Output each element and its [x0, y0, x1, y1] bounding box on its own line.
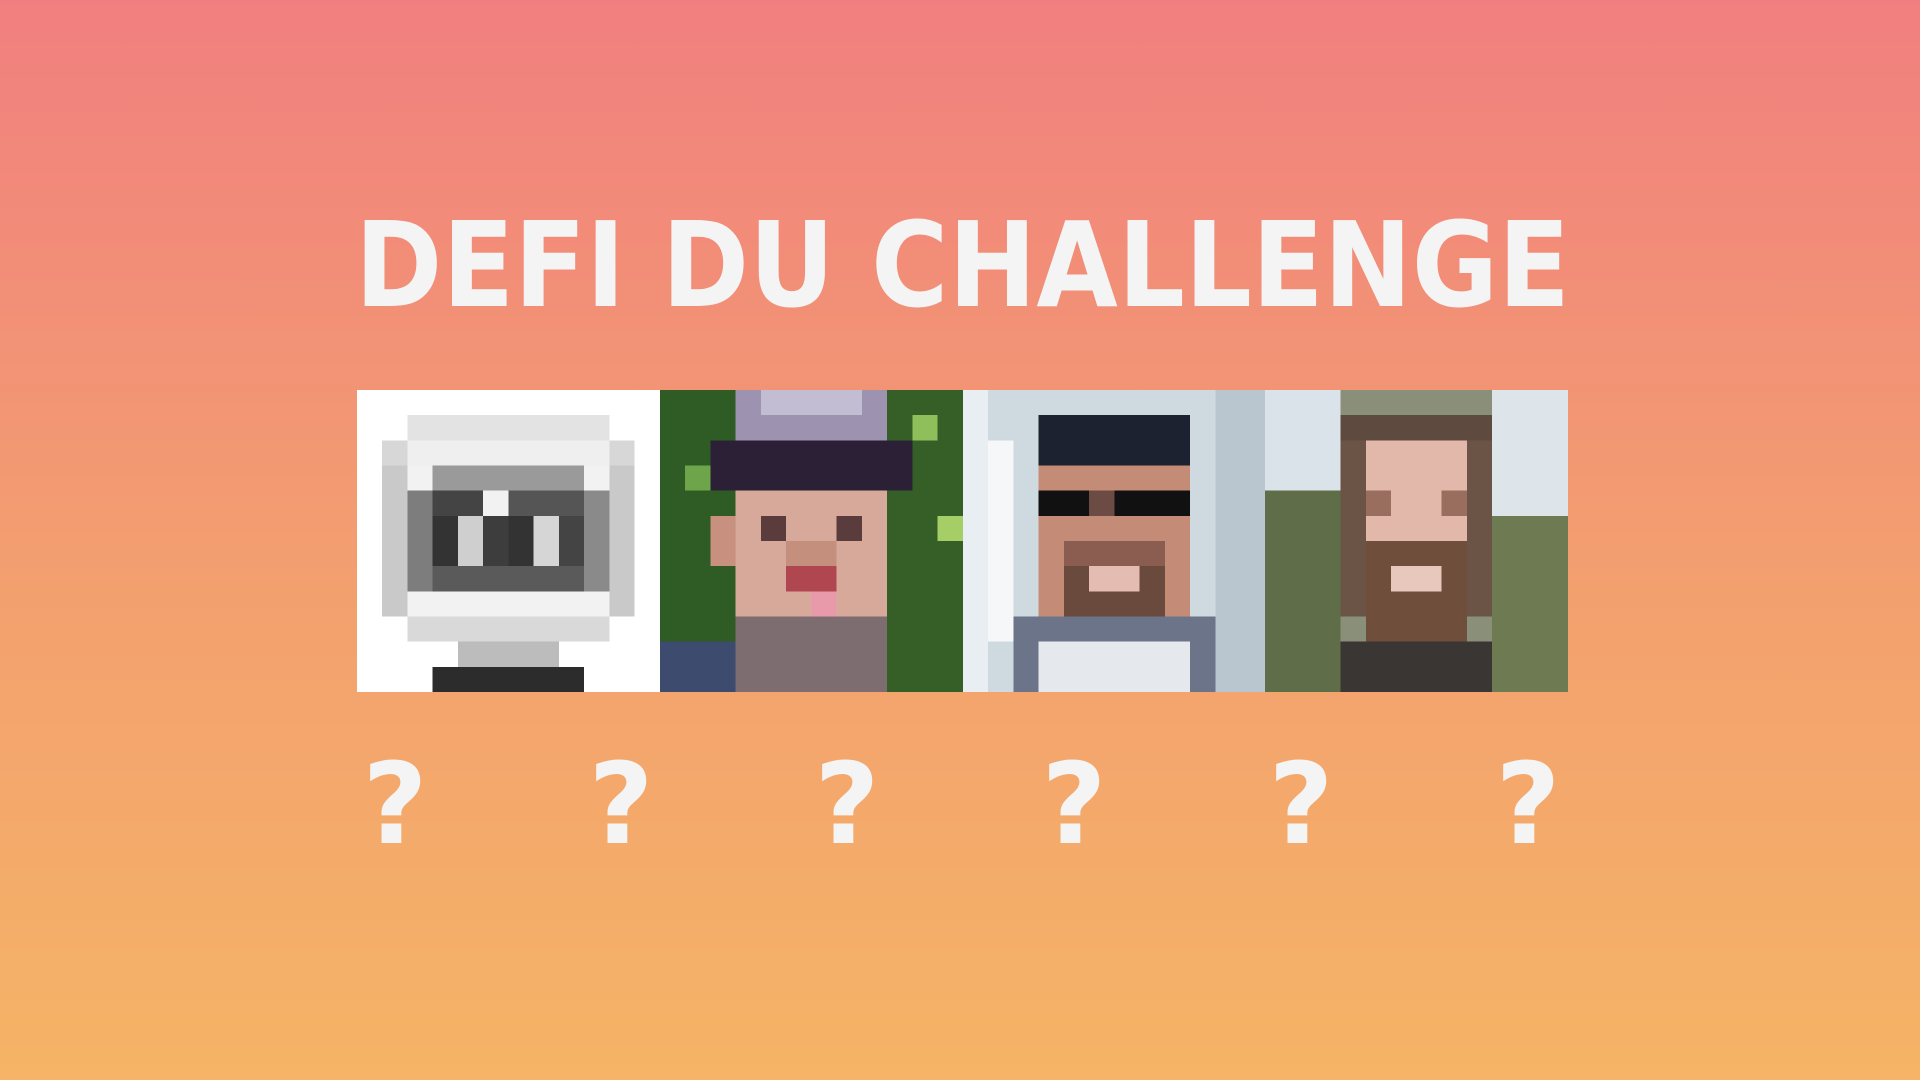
question-marks-row: ? ? ? ? ? ? — [355, 740, 1570, 870]
portrait-tile-2 — [962, 390, 1266, 692]
pixelated-logo-icon — [357, 390, 660, 692]
question-mark-1: ? — [362, 740, 428, 870]
question-mark-5: ? — [1268, 740, 1334, 870]
question-mark-3: ? — [814, 740, 880, 870]
pixelated-face-icon — [962, 390, 1266, 692]
question-mark-6: ? — [1495, 740, 1561, 870]
question-mark-4: ? — [1041, 740, 1107, 870]
question-mark-2: ? — [588, 740, 654, 870]
challenge-title-text: DEFI DU CHALLENGE — [355, 196, 1570, 334]
pixelated-face-icon — [659, 390, 963, 692]
pixelated-face-icon — [1265, 390, 1568, 692]
challenge-title: DEFI DU CHALLENGE — [355, 195, 1570, 335]
portrait-tile-3 — [1265, 390, 1568, 692]
logo-tile — [357, 390, 660, 692]
pixelated-image-strip — [357, 390, 1568, 692]
portrait-tile-1 — [659, 390, 963, 692]
